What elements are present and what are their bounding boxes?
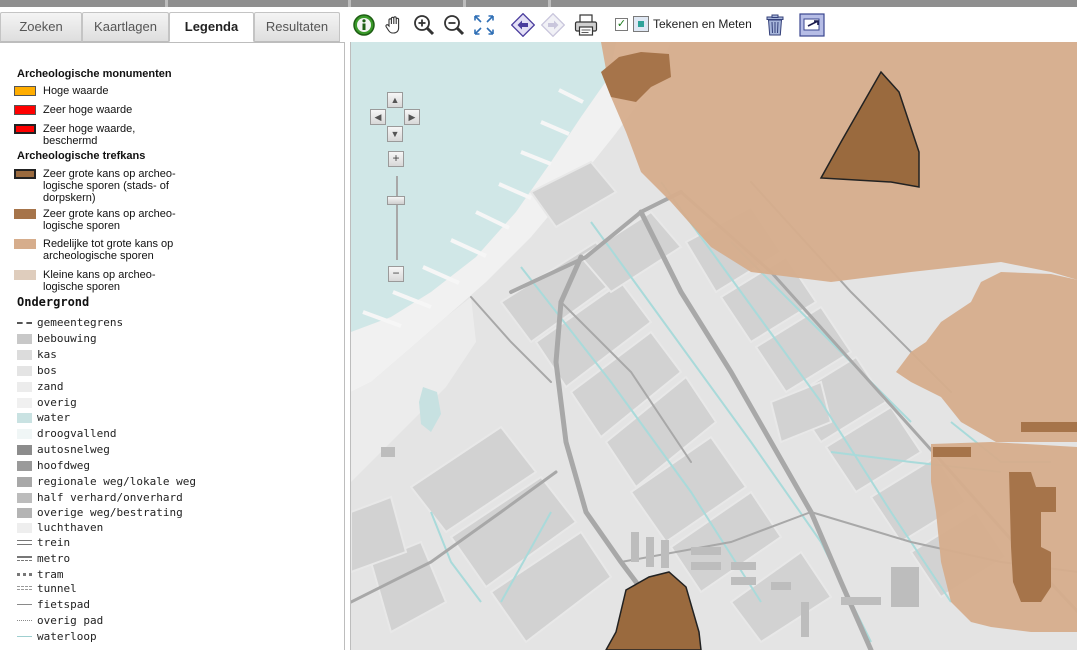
tekenen-checkbox[interactable]: ✓ — [615, 18, 628, 31]
back-icon[interactable] — [511, 13, 535, 37]
legend-swatch — [14, 105, 36, 115]
legend-swatch — [17, 413, 32, 423]
legend-swatch — [17, 461, 32, 471]
legend-swatch — [17, 382, 32, 392]
trefkans-title: Archeologische trefkans — [17, 150, 146, 162]
monumenten-title: Archeologische monumenten — [17, 68, 172, 80]
zoom-in-button[interactable]: + — [388, 151, 404, 167]
legend-swatch — [17, 508, 32, 518]
tab-resultaten[interactable]: Resultaten — [254, 12, 340, 42]
top-strip — [0, 0, 1077, 7]
tunnel-line-icon — [17, 584, 32, 594]
pan-down-button[interactable]: ▼ — [387, 126, 403, 142]
water-line-icon — [17, 632, 32, 642]
double-line-icon — [17, 538, 32, 548]
zoom-track[interactable] — [396, 176, 398, 260]
zoom-out-icon[interactable] — [442, 13, 466, 37]
legend-swatch — [17, 477, 32, 487]
dashed-line-icon — [17, 318, 32, 328]
full-extent-icon[interactable] — [472, 13, 496, 37]
dotted-line-icon — [17, 616, 32, 626]
legend-swatch — [17, 429, 32, 439]
delete-icon[interactable] — [763, 13, 787, 37]
tab-bar: Zoeken Kaartlagen Legenda Resultaten — [0, 7, 345, 42]
legend-swatch — [17, 493, 32, 503]
ondergrond-title: Ondergrond — [17, 295, 90, 309]
zoom-in-icon[interactable] — [412, 13, 436, 37]
legend-swatch — [14, 270, 36, 280]
map-canvas[interactable] — [351, 42, 1077, 650]
legend-swatch — [17, 445, 32, 455]
tram-line-icon — [17, 570, 32, 580]
print-icon[interactable] — [573, 13, 599, 37]
info-icon[interactable] — [352, 13, 376, 37]
tab-legenda[interactable]: Legenda — [169, 12, 254, 42]
legend-swatch — [17, 523, 32, 533]
legend-swatch — [17, 350, 32, 360]
legend-swatch — [14, 239, 36, 249]
metro-line-icon — [17, 554, 32, 564]
legend-panel: Archeologische monumenten Hoge waarde Ze… — [0, 42, 345, 650]
pan-up-button[interactable]: ▲ — [387, 92, 403, 108]
tekenen-toggle[interactable] — [633, 16, 649, 32]
legend-swatch — [14, 209, 36, 219]
legend-swatch — [17, 334, 32, 344]
tekenen-label: Tekenen en Meten — [653, 17, 752, 31]
pan-left-button[interactable]: ◀ — [370, 109, 386, 125]
zoom-out-button[interactable]: − — [388, 266, 404, 282]
tab-kaartlagen[interactable]: Kaartlagen — [82, 12, 169, 42]
legend-swatch — [17, 398, 32, 408]
export-icon[interactable] — [799, 13, 825, 37]
legend-swatch — [14, 124, 36, 134]
pan-right-button[interactable]: ▶ — [404, 109, 420, 125]
legend-swatch — [14, 86, 36, 96]
thin-line-icon — [17, 600, 32, 610]
pan-hand-icon[interactable] — [382, 13, 406, 37]
legend-swatch — [17, 366, 32, 376]
tab-zoeken[interactable]: Zoeken — [0, 12, 82, 42]
map-view[interactable]: ▲ ◀ ▶ ▼ + − — [350, 42, 1077, 650]
legend-swatch — [14, 169, 36, 179]
forward-icon[interactable] — [541, 13, 565, 37]
map-toolbar: ✓ Tekenen en Meten — [345, 7, 1077, 42]
zoom-slider-handle[interactable] — [387, 196, 405, 205]
